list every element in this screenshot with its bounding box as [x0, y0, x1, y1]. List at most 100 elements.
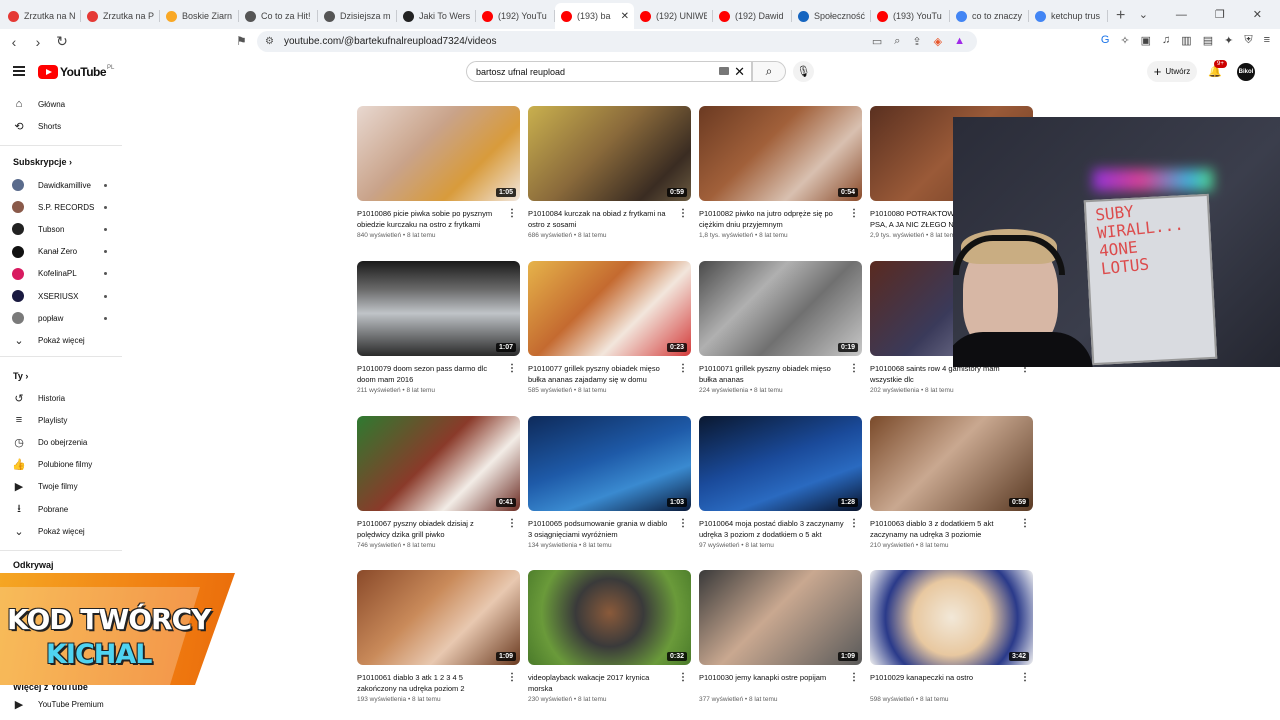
video-card[interactable]: 1:09 P1010061 diablo 3 atk 1 2 3 4 5 zako… [357, 570, 520, 703]
video-card[interactable]: 0:32 videoplayback wakacje 2017 krynica m… [528, 570, 691, 703]
sidebar-item-subscription[interactable]: Kanał Zero [0, 241, 122, 263]
you-header[interactable]: Ty › [13, 371, 28, 381]
sidebar-icon[interactable]: ▥ [1181, 34, 1191, 47]
more-options-icon[interactable]: ⋮ [507, 518, 517, 529]
video-title[interactable]: P1010061 diablo 3 atk 1 2 3 4 5 zakończo… [357, 672, 502, 694]
sidebar-item-you[interactable]: ▶ Twoje filmy [0, 476, 122, 498]
video-card[interactable]: 1:07 P1010079 doom sezon pass darmo dlc d… [357, 261, 520, 394]
sidebar-item-home[interactable]: ⌂ Główna [0, 93, 122, 115]
more-options-icon[interactable]: ⋮ [507, 672, 517, 683]
tab[interactable]: (192) YouTu [476, 3, 555, 29]
video-thumbnail[interactable]: 1:05 [357, 106, 520, 201]
sidebar-item-youtube-premium[interactable]: ▶ YouTube Premium [0, 693, 122, 715]
zoom-icon[interactable]: ⌕ [894, 35, 900, 48]
video-thumbnail[interactable]: 0:54 [699, 106, 862, 201]
translate-icon[interactable]: G [1101, 34, 1110, 47]
cast-icon[interactable]: ▭ [872, 35, 882, 48]
video-title[interactable]: P1010030 jemy kanapki ostre popijam [699, 672, 844, 694]
more-options-icon[interactable]: ⋮ [507, 363, 517, 374]
tab[interactable]: ketchup trus [1029, 3, 1108, 29]
more-options-icon[interactable]: ⋮ [849, 363, 859, 374]
video-card[interactable]: 0:23 P1010077 grillek pyszny obiadek mięs… [528, 261, 691, 394]
video-title[interactable]: P1010082 piwko na jutro odpręże się po c… [699, 208, 844, 230]
video-card[interactable]: 0:54 P1010082 piwko na jutro odpręże się … [699, 106, 862, 239]
tab-active[interactable]: (193) ba ✕ [555, 3, 634, 29]
video-card[interactable]: 0:19 P1010071 grillek pyszny obiadek mięs… [699, 261, 862, 394]
wallet-icon[interactable]: ▤ [1203, 34, 1213, 47]
video-title[interactable]: P1010065 podsumowanie grania w diablo 3 … [528, 518, 673, 540]
explore-header[interactable]: Odkrywaj [13, 560, 54, 570]
leo-icon[interactable]: ✦ [1224, 34, 1233, 47]
forward-icon[interactable]: › [28, 34, 48, 50]
vpn-icon[interactable]: ⛨ [1244, 34, 1252, 47]
more-options-icon[interactable]: ⋮ [507, 208, 517, 219]
site-info-icon[interactable]: ⚙ [265, 36, 274, 47]
tab[interactable]: Zrzutka na P [81, 3, 160, 29]
video-thumbnail[interactable]: 1:09 [699, 570, 862, 665]
tab[interactable]: (193) YouTu [871, 3, 950, 29]
video-thumbnail[interactable]: 0:19 [699, 261, 862, 356]
video-title[interactable]: P1010077 grillek pyszny obiadek mięso bu… [528, 363, 673, 385]
maximize-icon[interactable]: ❐ [1215, 8, 1225, 21]
video-thumbnail[interactable]: 0:23 [528, 261, 691, 356]
video-title[interactable]: videoplayback wakacje 2017 krynica morsk… [528, 672, 673, 694]
sidebar-item-you[interactable]: ⭳ Pobrane [0, 498, 122, 520]
sidebar-item-subscription[interactable]: popław [0, 307, 122, 329]
tab-close-icon[interactable]: ✕ [621, 11, 629, 22]
sidebar-item-you[interactable]: ≡ Playlisty [0, 409, 122, 431]
screenshot-icon[interactable]: ▣ [1141, 34, 1151, 47]
video-title[interactable]: P1010086 picie piwka sobie po pysznym ob… [357, 208, 502, 230]
reload-icon[interactable]: ↻ [52, 33, 72, 50]
sidebar-item-subscription[interactable]: S.P. RECORDS [0, 196, 122, 218]
subscriptions-header[interactable]: Subskrypcje › [13, 157, 72, 167]
close-window-icon[interactable]: ✕ [1253, 8, 1262, 21]
notifications-button[interactable]: 🔔 9+ [1208, 60, 1227, 78]
sidebar-item-you[interactable]: 👍 Polubione filmy [0, 454, 122, 476]
sidebar-item-subscription[interactable]: XSERIUSX [0, 285, 122, 307]
sidebar-item-show-more[interactable]: ⌄ Pokaż więcej [0, 329, 122, 351]
search-input[interactable]: bartosz ufnal reupload ✕ [466, 61, 752, 82]
tab[interactable]: (192) Dawid [713, 3, 792, 29]
tab[interactable]: Zrzutka na N [2, 3, 81, 29]
video-title[interactable]: P1010071 grillek pyszny obiadek mięso bu… [699, 363, 844, 385]
video-title[interactable]: P1010029 kanapeczki na ostro [870, 672, 1015, 694]
video-thumbnail[interactable]: 0:32 [528, 570, 691, 665]
sidebar-item-you[interactable]: ↺ Historia [0, 387, 122, 409]
more-options-icon[interactable]: ⋮ [1020, 518, 1030, 529]
video-thumbnail[interactable]: 0:59 [870, 416, 1033, 511]
create-button[interactable]: + Utwórz [1147, 61, 1197, 82]
video-thumbnail[interactable]: 1:03 [528, 416, 691, 511]
video-title[interactable]: P1010067 pyszny obiadek dzisiaj z polędw… [357, 518, 502, 540]
media-icon[interactable]: ♫ [1162, 34, 1170, 47]
video-thumbnail[interactable]: 0:41 [357, 416, 520, 511]
new-tab-button[interactable]: + [1108, 3, 1133, 29]
address-bar[interactable]: ⚙ youtube.com/@bartekufnalreupload7324/v… [257, 31, 977, 52]
minimize-icon[interactable]: — [1176, 9, 1187, 21]
video-title[interactable]: P1010064 moja postać diablo 3 zaczynamy … [699, 518, 844, 540]
video-thumbnail[interactable]: 1:09 [357, 570, 520, 665]
more-options-icon[interactable]: ⋮ [678, 208, 688, 219]
video-thumbnail[interactable]: 1:07 [357, 261, 520, 356]
more-options-icon[interactable]: ⋮ [849, 518, 859, 529]
tab-search-icon[interactable]: ⌄ [1139, 8, 1148, 21]
more-options-icon[interactable]: ⋮ [678, 672, 688, 683]
brave-shield-icon[interactable]: ◈ [934, 35, 942, 48]
share-icon[interactable]: ⇪ [912, 35, 921, 48]
more-options-icon[interactable]: ⋮ [678, 363, 688, 374]
tab[interactable]: co to znaczy [950, 3, 1029, 29]
tab[interactable]: Jaki To Wers [397, 3, 476, 29]
sidebar-item-show-more-you[interactable]: ⌄ Pokaż więcej [0, 520, 122, 542]
video-card[interactable]: 1:05 P1010086 picie piwka sobie po pyszny… [357, 106, 520, 239]
back-icon[interactable]: ‹ [4, 34, 24, 50]
tab[interactable]: Dzisiejsza m [318, 3, 397, 29]
video-card[interactable]: 1:28 P1010064 moja postać diablo 3 zaczyn… [699, 416, 862, 549]
tab[interactable]: Co to za Hit! [239, 3, 318, 29]
video-card[interactable]: 0:41 P1010067 pyszny obiadek dzisiaj z po… [357, 416, 520, 549]
more-options-icon[interactable]: ⋮ [678, 518, 688, 529]
video-thumbnail[interactable]: 0:59 [528, 106, 691, 201]
voice-search-button[interactable]: 🎙 [793, 61, 814, 82]
tab[interactable]: Społeczność [792, 3, 871, 29]
video-card[interactable]: 1:09 P1010030 jemy kanapki ostre popijam 3… [699, 570, 862, 703]
video-card[interactable]: 1:03 P1010065 podsumowanie grania w diabl… [528, 416, 691, 549]
video-card[interactable]: 3:42 P1010029 kanapeczki na ostro 598 wyśw… [870, 570, 1033, 703]
